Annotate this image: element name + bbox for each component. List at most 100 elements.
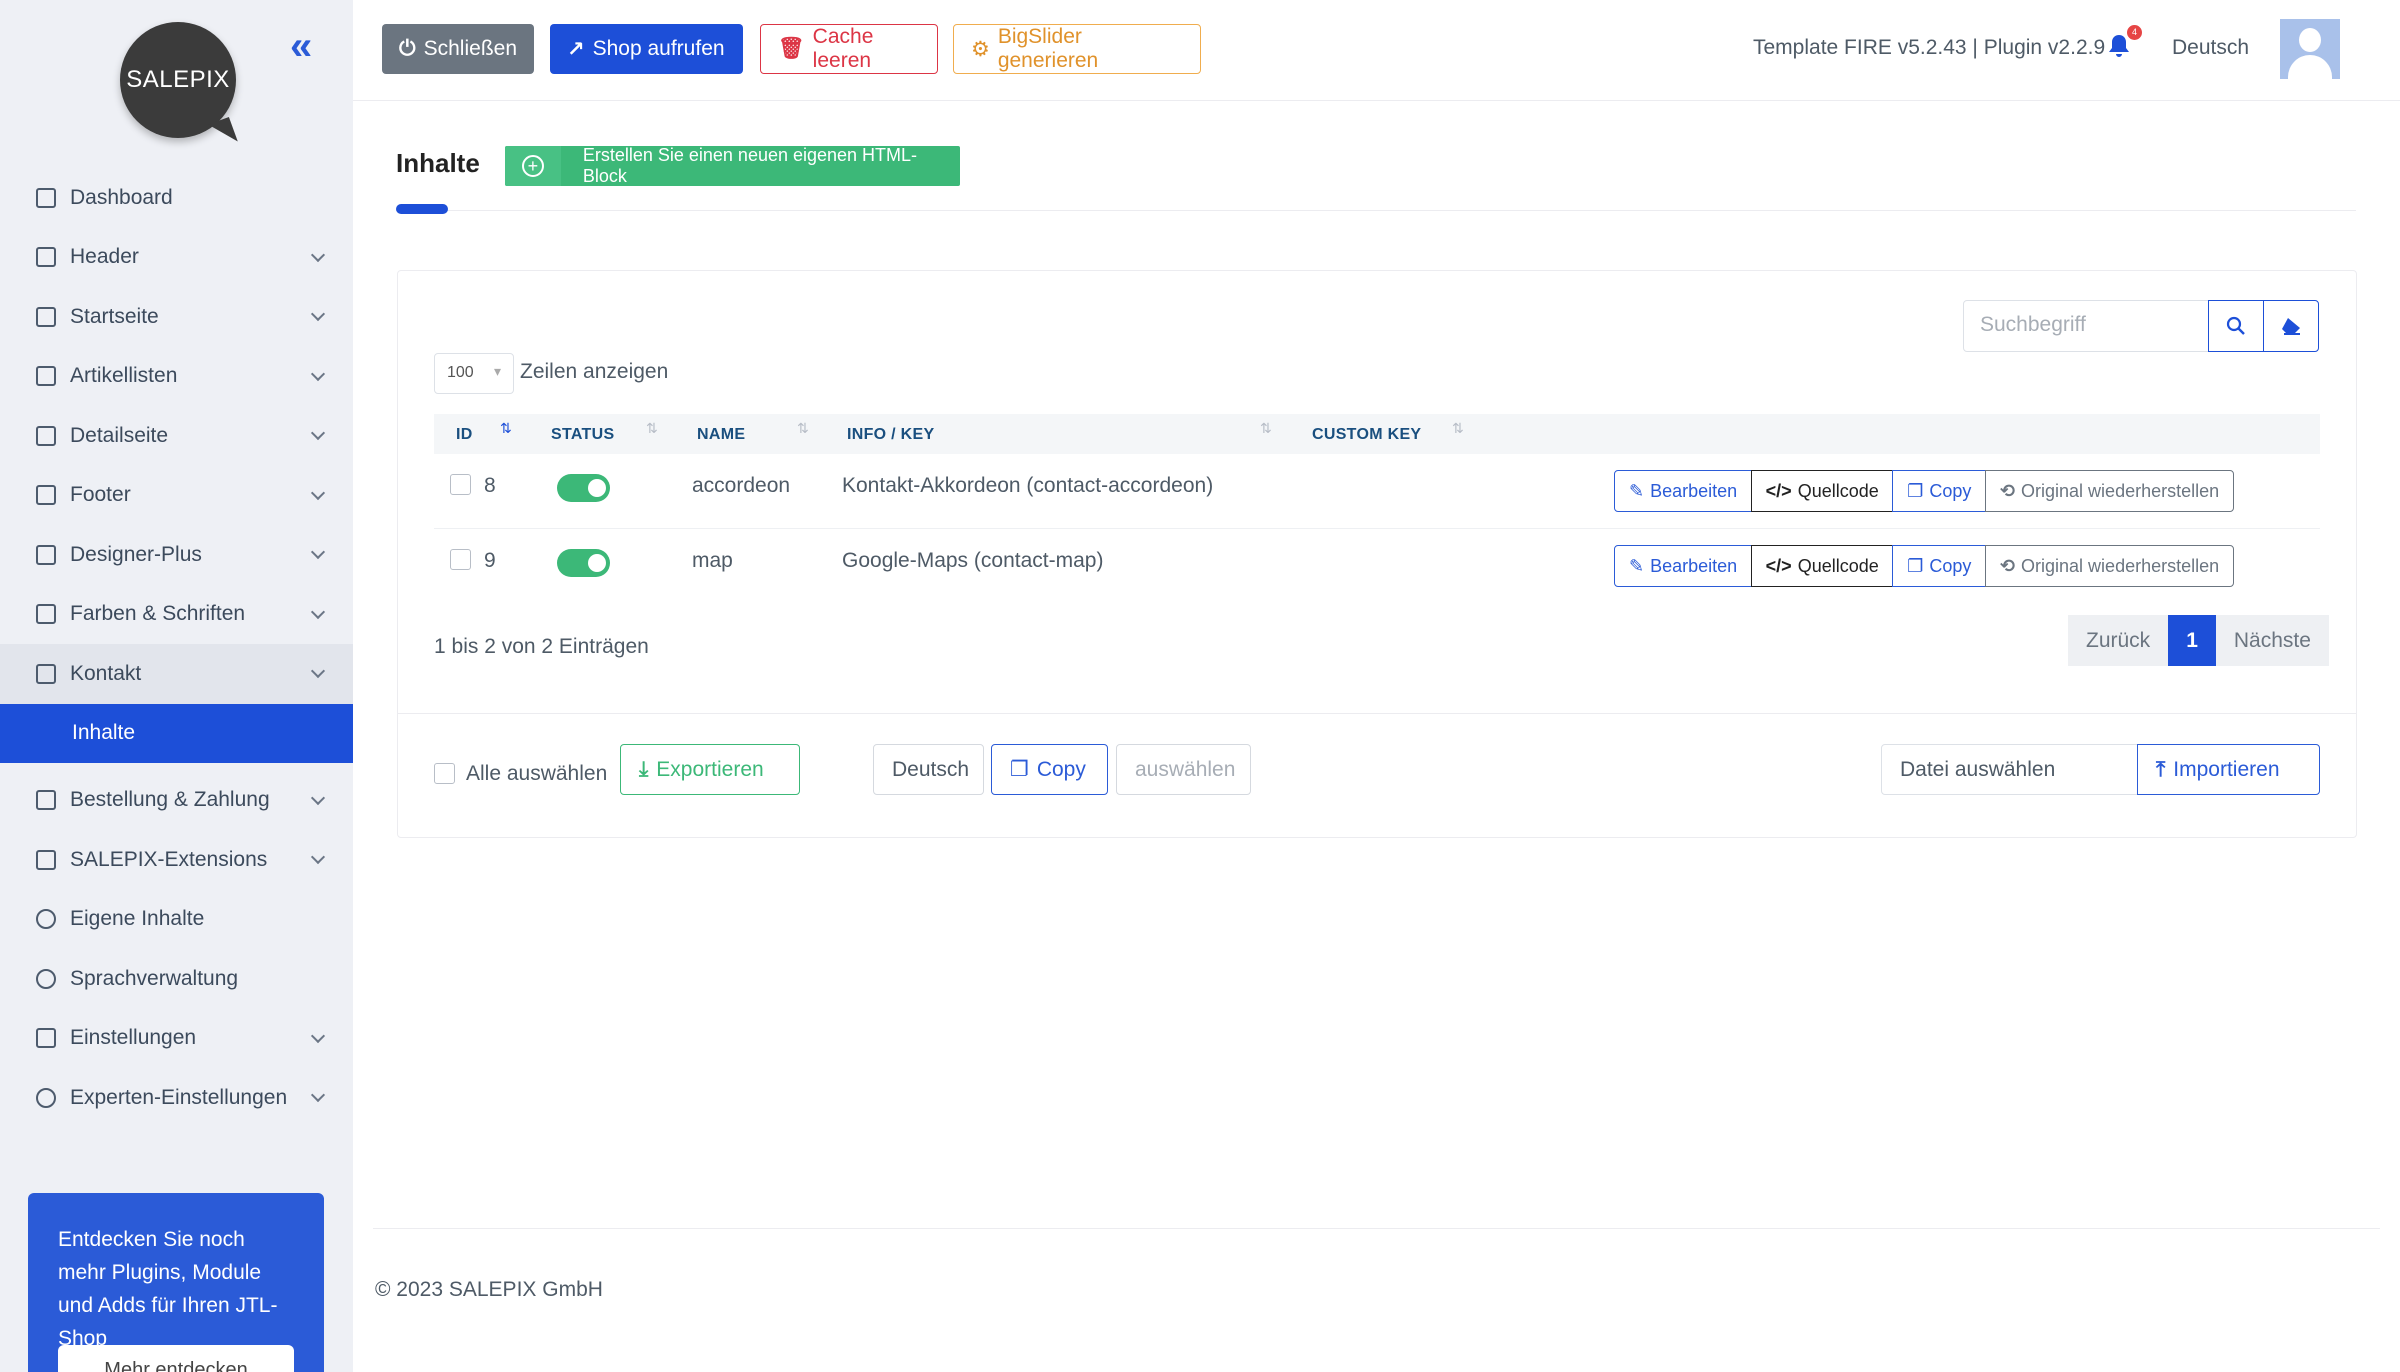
create-html-block-button[interactable]: + Erstellen Sie einen neuen eigenen HTML…	[505, 146, 960, 186]
row-actions: ✎ Bearbeiten </> Quellcode ❐ Copy ⟲ Original…	[1614, 470, 2235, 512]
clear-search-button[interactable]	[2263, 300, 2319, 352]
sidebar-item-designer-plus[interactable]: Designer-Plus	[0, 525, 353, 585]
globe-icon	[36, 968, 56, 989]
column-header-name[interactable]: NAME	[697, 426, 745, 444]
collapse-sidebar-icon[interactable]: «	[290, 26, 312, 66]
sidebar-item-label: Einstellungen	[70, 1026, 197, 1050]
restore-button[interactable]: ⟲ Original wiederherstellen	[1984, 470, 2235, 512]
copy-icon: ❐	[1907, 480, 1924, 501]
sidebar-item-label: Dashboard	[70, 185, 173, 209]
title-underline	[396, 204, 448, 214]
open-shop-button[interactable]: ↗ Shop aufrufen	[550, 24, 743, 74]
brush-icon	[36, 604, 56, 625]
chevron-down-icon	[310, 663, 326, 679]
sidebar-item-einstellungen[interactable]: Einstellungen	[0, 1009, 353, 1069]
topbar: ⏻ Schließen ↗ Shop aufrufen 🗑 Cache leeren …	[353, 0, 2400, 101]
sidebar-item-bestellung-zahlung[interactable]: Bestellung & Zahlung	[0, 771, 353, 831]
avatar[interactable]	[2280, 19, 2340, 79]
sidebar-item-label: Kontakt	[70, 661, 142, 685]
sidebar-item-label: Footer	[70, 483, 131, 507]
salepix-logo[interactable]: SALEPIX	[120, 22, 236, 138]
sort-icon: ⇅	[1452, 420, 1464, 436]
table-row: 8 accordeon Kontakt-Akkordeon (contact-a…	[434, 454, 2320, 529]
sidebar-item-kontakt[interactable]: Kontakt	[0, 644, 353, 704]
settings-grid-icon	[36, 1028, 56, 1049]
sidebar-item-label: Sprachverwaltung	[70, 966, 239, 990]
sidebar-item-label: Detailseite	[70, 423, 169, 447]
chevron-down-icon	[310, 306, 326, 322]
row-name: map	[692, 549, 733, 572]
external-link-icon: ↗	[567, 37, 585, 61]
column-header-id[interactable]: ID	[456, 426, 473, 444]
pagination-prev[interactable]: Zurück	[2068, 615, 2169, 666]
sidebar-item-inhalte[interactable]: Inhalte	[0, 703, 353, 763]
status-toggle[interactable]	[557, 549, 610, 577]
status-toggle[interactable]	[557, 474, 610, 502]
copy-button[interactable]: ❐ Copy	[1892, 545, 1987, 587]
row-name: accordeon	[692, 474, 791, 497]
open-shop-label: Shop aufrufen	[592, 37, 725, 60]
file-input[interactable]: Datei auswählen	[1881, 744, 2138, 795]
row-checkbox[interactable]	[450, 474, 471, 495]
sidebar-item-header[interactable]: Header	[0, 228, 353, 288]
sidebar-item-dashboard[interactable]: Dashboard	[0, 168, 353, 228]
pagination-next[interactable]: Nächste	[2215, 615, 2329, 666]
column-header-status[interactable]: STATUS	[551, 426, 614, 444]
row-checkbox[interactable]	[450, 549, 471, 570]
chevron-down-icon	[310, 544, 326, 560]
chevron-down-icon	[310, 485, 326, 500]
select-all-label[interactable]: Alle auswählen	[466, 762, 607, 786]
source-code-button[interactable]: </> Quellcode	[1750, 545, 1894, 587]
search-input[interactable]: Suchbegriff	[1963, 300, 2211, 352]
edit-label: Bearbeiten	[1650, 480, 1738, 501]
logo-text: SALEPIX	[126, 66, 230, 93]
restore-button[interactable]: ⟲ Original wiederherstellen	[1984, 545, 2235, 587]
import-button[interactable]: ⤒ Importieren	[2137, 744, 2320, 795]
edit-button[interactable]: ✎ Bearbeiten	[1614, 545, 1753, 587]
source-code-button[interactable]: </> Quellcode	[1750, 470, 1894, 512]
edit-button[interactable]: ✎ Bearbeiten	[1614, 470, 1753, 512]
restore-icon: ⟲	[1999, 480, 2016, 501]
sort-asc-icon: ⇅	[500, 420, 512, 436]
export-button[interactable]: ⤓ Exportieren	[620, 744, 800, 795]
table-header: ID ⇅ STATUS ⇅ NAME ⇅ INFO / KEY ⇅ CUSTOM…	[434, 414, 2320, 454]
sidebar-item-footer[interactable]: Footer	[0, 466, 353, 526]
sidebar-item-label: Experten-Einstellungen	[70, 1085, 288, 1109]
copy-language-select[interactable]: Deutsch	[873, 744, 984, 795]
page-size-select[interactable]: 100	[434, 353, 514, 394]
envelope-icon	[36, 663, 56, 684]
target-language-select[interactable]: auswählen	[1116, 744, 1251, 795]
copy-language-label: Copy	[1036, 757, 1086, 781]
pagination-current-page[interactable]: 1	[2168, 615, 2216, 666]
notification-badge: 4	[2127, 25, 2142, 40]
sidebar-item-eigene-inhalte[interactable]: Eigene Inhalte	[0, 890, 353, 950]
code-icon: </>	[1765, 555, 1792, 576]
sidebar-item-detailseite[interactable]: Detailseite	[0, 406, 353, 466]
search-button[interactable]	[2208, 300, 2264, 352]
column-header-info-key[interactable]: INFO / KEY	[847, 426, 934, 444]
sidebar-item-sprachverwaltung[interactable]: Sprachverwaltung	[0, 949, 353, 1009]
clear-cache-button[interactable]: 🗑 Cache leeren	[760, 24, 938, 74]
avatar-body-icon	[2288, 55, 2332, 79]
sidebar-item-salepix-extensions[interactable]: SALEPIX-Extensions	[0, 830, 353, 890]
sidebar-item-experten-einstellungen[interactable]: Experten-Einstellungen	[0, 1068, 353, 1128]
copy-button[interactable]: ❐ Copy	[1892, 470, 1987, 512]
close-button[interactable]: ⏻ Schließen	[382, 24, 534, 74]
chevron-down-icon	[310, 849, 326, 865]
sort-icon: ⇅	[1260, 420, 1272, 436]
sidebar-item-artikellisten[interactable]: Artikellisten	[0, 347, 353, 407]
sidebar-item-startseite[interactable]: Startseite	[0, 287, 353, 347]
bell-icon[interactable]	[2108, 34, 2130, 58]
header-icon	[36, 247, 56, 268]
sidebar-item-label: Designer-Plus	[70, 542, 202, 566]
sidebar-item-farben-schriften[interactable]: Farben & Schriften	[0, 585, 353, 645]
column-header-custom-key[interactable]: CUSTOM KEY	[1312, 426, 1421, 444]
generate-bigslider-button[interactable]: ⚙ BigSlider generieren	[953, 24, 1201, 74]
copy-language-button[interactable]: ❐ Copy	[991, 744, 1108, 795]
copy-icon: ❐	[1010, 758, 1029, 781]
language-selector[interactable]: Deutsch	[2172, 36, 2249, 60]
select-all-checkbox[interactable]	[434, 763, 455, 784]
promo-button[interactable]: Mehr entdecken	[58, 1345, 294, 1372]
source-code-label: Quellcode	[1797, 555, 1879, 576]
copy-label: Copy	[1929, 480, 1972, 501]
